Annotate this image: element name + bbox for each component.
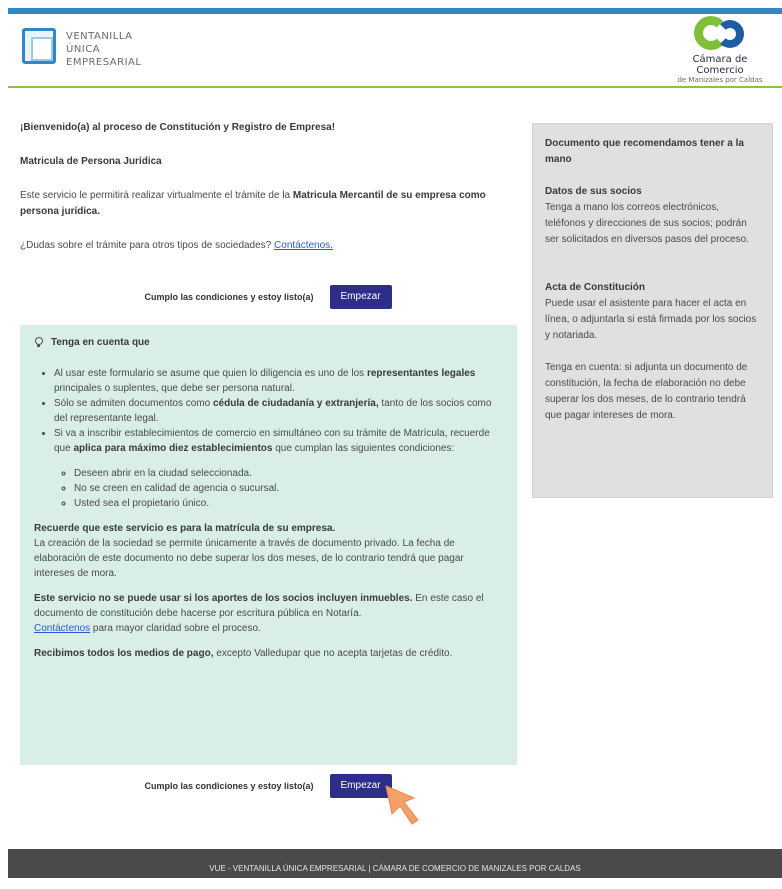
list-item: Al usar este formulario se asume que qui… xyxy=(54,366,503,396)
conditions-list: Deseen abrir en la ciudad seleccionada. … xyxy=(34,466,503,511)
vue-logo-line1: VENTANILLA xyxy=(66,31,133,42)
list-item: Deseen abrir en la ciudad seleccionada. xyxy=(74,466,503,481)
notice-title: Tenga en cuenta que xyxy=(51,337,150,348)
vue-logo-line3: EMPRESARIAL xyxy=(66,57,142,68)
start-button[interactable]: Empezar xyxy=(329,285,392,309)
notice-header: Tenga en cuenta que xyxy=(34,335,503,350)
cta-label: Cumplo las condiciones y estoy listo(a) xyxy=(144,781,314,791)
questions-line: ¿Dudas sobre el trámite para otros tipos… xyxy=(20,238,500,254)
list-item: Sólo se admiten documentos como cédula d… xyxy=(54,396,503,426)
page-subtitle: Matricula de Persona Jurídica xyxy=(20,156,162,167)
lightbulb-icon xyxy=(34,337,43,348)
intro-section: ¡Bienvenido(a) al proceso de Constitució… xyxy=(20,120,500,254)
sidebar-section-acta: Acta de Constitución Puede usar el asist… xyxy=(545,280,760,344)
footer-text: VUE - VENTANILLA ÚNICA EMPRESARIAL | CÁM… xyxy=(209,864,581,873)
camara-comercio-icon xyxy=(690,16,750,52)
contact-link-2[interactable]: Contáctenos xyxy=(34,623,90,634)
vue-logo-line2: ÚNICA xyxy=(66,44,101,55)
footer: VUE - VENTANILLA ÚNICA EMPRESARIAL | CÁM… xyxy=(8,849,782,878)
notice-paragraph-3: Recibimos todos los medios de pago, exce… xyxy=(34,648,453,659)
camara-comercio-logo[interactable]: Cámara de Comercio de Manizales por Cald… xyxy=(670,16,770,86)
cta-bottom: Cumplo las condiciones y estoy listo(a) … xyxy=(20,774,516,798)
cta-label: Cumplo las condiciones y estoy listo(a) xyxy=(144,292,314,302)
pointer-arrow-icon xyxy=(385,785,419,825)
cc-logo-name: Cámara de Comercio xyxy=(692,54,748,76)
sidebar-section-text: Tenga a mano los correos electrónicos, t… xyxy=(545,202,749,245)
recommended-docs-sidebar: Documento que recomendamos tener a la ma… xyxy=(532,123,773,498)
sidebar-section-heading: Acta de Constitución xyxy=(545,282,646,293)
vue-logo[interactable]: VENTANILLA ÚNICA EMPRESARIAL xyxy=(20,26,150,76)
vue-logo-icon xyxy=(22,28,56,64)
cc-logo-sub: de Manizales por Caldas xyxy=(677,76,763,84)
notice-bullets: Al usar este formulario se asume que qui… xyxy=(34,366,503,456)
list-item: Si va a inscribir establecimientos de co… xyxy=(54,426,503,456)
header-divider xyxy=(8,86,782,88)
list-item: Usted sea el propietario único. xyxy=(74,496,503,511)
sidebar-tip-text: Tenga en cuenta: si adjunta un documento… xyxy=(545,362,748,421)
contact-link[interactable]: Contáctenos. xyxy=(274,240,333,251)
service-description: Este servicio le permitirá realizar virt… xyxy=(20,188,500,220)
list-item: No se creen en calidad de agencia o sucu… xyxy=(74,481,503,496)
sidebar-title: Documento que recomendamos tener a la ma… xyxy=(545,138,744,165)
welcome-heading: ¡Bienvenido(a) al proceso de Constitució… xyxy=(20,122,336,133)
sidebar-section-socios: Datos de sus socios Tenga a mano los cor… xyxy=(545,184,760,248)
vue-logo-text: VENTANILLA ÚNICA EMPRESARIAL xyxy=(66,30,141,69)
questions-text: ¿Dudas sobre el trámite para otros tipos… xyxy=(20,240,275,251)
sidebar-section-heading: Datos de sus socios xyxy=(545,186,642,197)
sidebar-tip: Tenga en cuenta: si adjunta un documento… xyxy=(545,360,760,424)
desc-text: Este servicio le permitirá realizar virt… xyxy=(20,190,293,201)
notice-paragraph-2: Este servicio no se puede usar si los ap… xyxy=(34,593,484,634)
notice-box: Tenga en cuenta que Al usar este formula… xyxy=(20,325,517,765)
cta-top: Cumplo las condiciones y estoy listo(a) … xyxy=(20,285,516,309)
header: VENTANILLA ÚNICA EMPRESARIAL Cámara de C… xyxy=(8,14,782,86)
notice-paragraph-1: Recuerde que este servicio es para la ma… xyxy=(34,523,464,579)
sidebar-section-text: Puede usar el asistente para hacer el ac… xyxy=(545,298,757,341)
